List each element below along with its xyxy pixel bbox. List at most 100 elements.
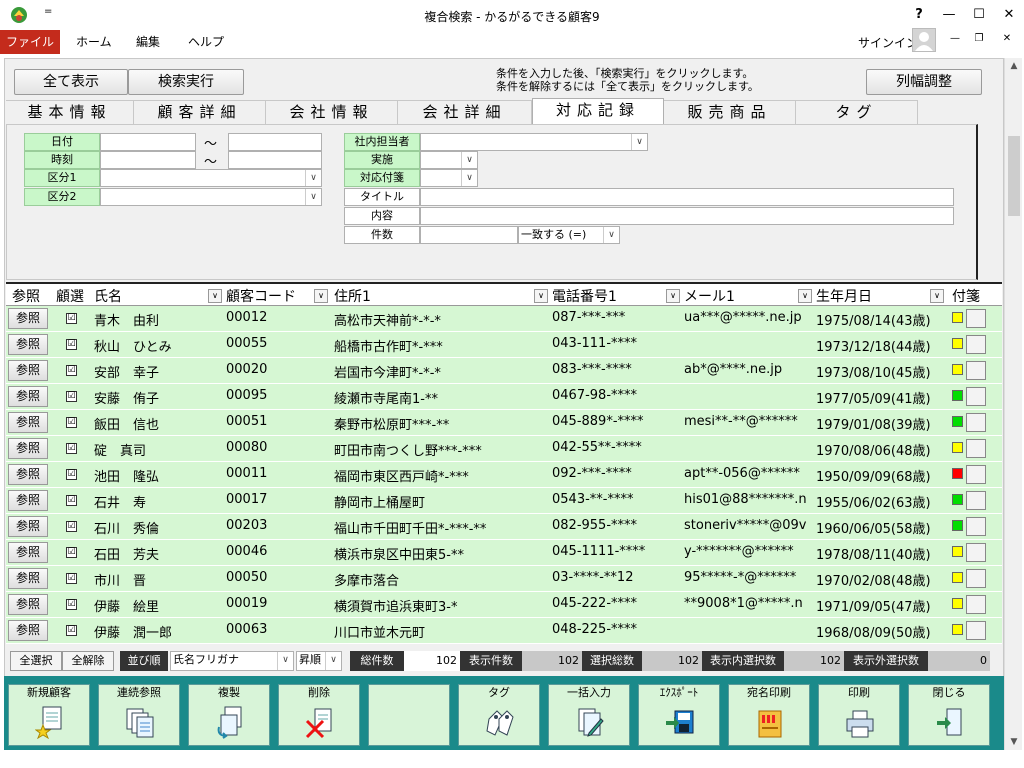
- signin-link[interactable]: サインイン: [858, 34, 918, 51]
- ref-button[interactable]: 参照: [8, 438, 48, 459]
- table-row[interactable]: 参照 ☑ 石川 秀倫 00203 福山市千田町千田*-***-** 082-95…: [6, 514, 1002, 540]
- attach-select[interactable]: ∨: [420, 169, 478, 187]
- select-checkbox[interactable]: ☑: [66, 391, 77, 402]
- staff-select[interactable]: ∨: [420, 133, 648, 151]
- chevron-down-icon[interactable]: ∨: [325, 652, 341, 670]
- tag-button[interactable]: [966, 595, 986, 614]
- name-filter-icon[interactable]: ∨: [208, 289, 222, 303]
- ref-button[interactable]: 参照: [8, 568, 48, 589]
- ref-button[interactable]: 参照: [8, 516, 48, 537]
- birth-filter-icon[interactable]: ∨: [930, 289, 944, 303]
- new-customer-button[interactable]: 新規顧客: [8, 684, 90, 746]
- done-select[interactable]: ∨: [420, 151, 478, 169]
- code-filter-icon[interactable]: ∨: [314, 289, 328, 303]
- time-from-input[interactable]: [100, 151, 196, 169]
- select-checkbox[interactable]: ☑: [66, 417, 77, 428]
- select-checkbox[interactable]: ☑: [66, 599, 77, 610]
- bulk-input-button[interactable]: 一括入力: [548, 684, 630, 746]
- chevron-down-icon[interactable]: ∨: [277, 652, 293, 670]
- table-row[interactable]: 参照 ☑ 池田 隆弘 00011 福岡市東区西戸崎*-*** 092-***-*…: [6, 462, 1002, 488]
- tag-button[interactable]: [966, 569, 986, 588]
- ref-button[interactable]: 参照: [8, 412, 48, 433]
- address-filter-icon[interactable]: ∨: [534, 289, 548, 303]
- select-checkbox[interactable]: ☑: [66, 469, 77, 480]
- content-input[interactable]: [420, 207, 954, 225]
- select-all-button[interactable]: 全選択: [10, 651, 62, 671]
- blank-button[interactable]: [368, 684, 450, 746]
- menu-help[interactable]: ヘルプ: [176, 30, 236, 54]
- tel-filter-icon[interactable]: ∨: [666, 289, 680, 303]
- maximize-icon[interactable]: ☐: [964, 0, 994, 30]
- ref-button[interactable]: 参照: [8, 620, 48, 641]
- table-row[interactable]: 参照 ☑ 市川 晋 00050 多摩市落合 03-****-**12 95***…: [6, 566, 1002, 592]
- tab-tags[interactable]: タグ: [796, 100, 918, 124]
- tab-sold-products[interactable]: 販売商品: [664, 100, 796, 124]
- col-address[interactable]: 住所1: [334, 286, 371, 306]
- col-name[interactable]: 氏名: [94, 286, 122, 306]
- tab-basic-info[interactable]: 基本情報: [6, 100, 134, 124]
- col-select[interactable]: 顧選: [56, 286, 84, 306]
- tag-button[interactable]: [966, 361, 986, 380]
- table-row[interactable]: 参照 ☑ 伊藤 絵里 00019 横須賀市追浜東町3-* 045-222-***…: [6, 592, 1002, 618]
- table-row[interactable]: 参照 ☑ 安部 幸子 00020 岩国市今津町*-*-* 083-***-***…: [6, 358, 1002, 384]
- delete-button[interactable]: 削除: [278, 684, 360, 746]
- duplicate-button[interactable]: 複製: [188, 684, 270, 746]
- kubun2-select[interactable]: ∨: [100, 188, 322, 206]
- deselect-all-button[interactable]: 全解除: [62, 651, 114, 671]
- scroll-down-icon[interactable]: ▼: [1005, 734, 1023, 750]
- tag-action-button[interactable]: タグ: [458, 684, 540, 746]
- tag-button[interactable]: [966, 309, 986, 328]
- menu-home[interactable]: ホーム: [64, 30, 124, 54]
- tab-company-info[interactable]: 会社情報: [266, 100, 398, 124]
- chevron-down-icon[interactable]: ∨: [305, 189, 321, 205]
- ref-button[interactable]: 参照: [8, 542, 48, 563]
- col-tag[interactable]: 付箋: [952, 286, 980, 306]
- tag-button[interactable]: [966, 517, 986, 536]
- show-all-button[interactable]: 全て表示: [14, 69, 128, 95]
- table-row[interactable]: 参照 ☑ 安藤 侑子 00095 綾瀬市寺尾南1-** 0467-98-****…: [6, 384, 1002, 410]
- select-checkbox[interactable]: ☑: [66, 313, 77, 324]
- column-width-button[interactable]: 列幅調整: [866, 69, 982, 95]
- ref-button[interactable]: 参照: [8, 464, 48, 485]
- tag-button[interactable]: [966, 387, 986, 406]
- sort-field-select[interactable]: 氏名フリガナ ∨: [170, 651, 294, 671]
- table-row[interactable]: 参照 ☑ 飯田 信也 00051 秦野市松原町***-** 045-889*-*…: [6, 410, 1002, 436]
- col-code[interactable]: 顧客コード: [226, 286, 296, 306]
- tag-button[interactable]: [966, 543, 986, 562]
- select-checkbox[interactable]: ☑: [66, 365, 77, 376]
- sort-order-select[interactable]: 昇順 ∨: [296, 651, 342, 671]
- avatar[interactable]: [912, 28, 936, 52]
- chevron-down-icon[interactable]: ∨: [305, 170, 321, 186]
- col-birth[interactable]: 生年月日: [816, 286, 872, 306]
- select-checkbox[interactable]: ☑: [66, 443, 77, 454]
- ref-button[interactable]: 参照: [8, 386, 48, 407]
- tag-button[interactable]: [966, 413, 986, 432]
- menu-edit[interactable]: 編集: [124, 30, 172, 54]
- select-checkbox[interactable]: ☑: [66, 495, 77, 506]
- ref-button[interactable]: 参照: [8, 594, 48, 615]
- select-checkbox[interactable]: ☑: [66, 625, 77, 636]
- export-button[interactable]: ｴｸｽﾎﾟｰﾄ: [638, 684, 720, 746]
- chevron-down-icon[interactable]: ∨: [631, 134, 647, 150]
- col-mail[interactable]: メール1: [684, 286, 735, 306]
- ref-button[interactable]: 参照: [8, 308, 48, 329]
- select-checkbox[interactable]: ☑: [66, 573, 77, 584]
- chevron-down-icon[interactable]: ∨: [603, 227, 619, 243]
- tag-button[interactable]: [966, 621, 986, 640]
- tab-response-record[interactable]: 対応記録: [532, 98, 664, 124]
- title-input[interactable]: [420, 188, 954, 206]
- ref-button[interactable]: 参照: [8, 334, 48, 355]
- scroll-thumb[interactable]: [1008, 136, 1020, 216]
- table-row[interactable]: 参照 ☑ 石井 寿 00017 静岡市上桶屋町 0543-**-**** his…: [6, 488, 1002, 514]
- continuous-view-button[interactable]: 連続参照: [98, 684, 180, 746]
- tag-button[interactable]: [966, 465, 986, 484]
- tag-button[interactable]: [966, 439, 986, 458]
- tag-button[interactable]: [966, 335, 986, 354]
- address-print-button[interactable]: 宛名印刷: [728, 684, 810, 746]
- table-row[interactable]: 参照 ☑ 伊藤 潤一郎 00063 川口市並木元町 048-225-**** 1…: [6, 618, 1002, 644]
- vertical-scrollbar[interactable]: ▲ ▼: [1004, 58, 1022, 750]
- chevron-down-icon[interactable]: ∨: [461, 152, 477, 168]
- tab-company-detail[interactable]: 会社詳細: [398, 100, 532, 124]
- col-tel[interactable]: 電話番号1: [552, 286, 617, 306]
- close-icon[interactable]: ✕: [994, 0, 1024, 30]
